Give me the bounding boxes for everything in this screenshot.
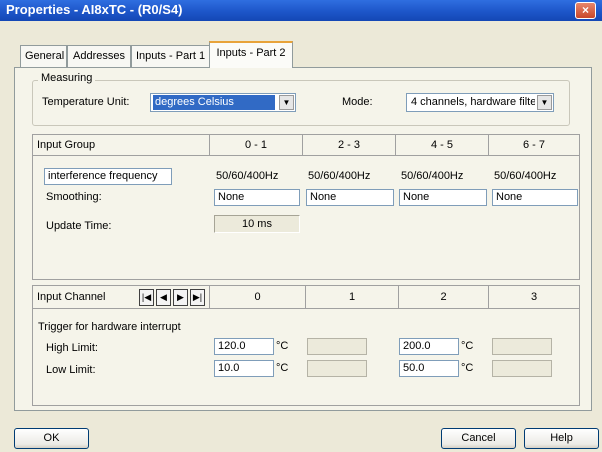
smoothing-label: Smoothing: [46,191,102,203]
low-limit-field-ch2[interactable]: 50.0 [399,360,459,377]
channel-column-header: 0 [210,286,306,309]
channel-column-header: 3 [489,286,579,309]
window-title: Properties - AI8xTC - (R0/S4) [6,2,183,17]
interference-value[interactable]: 50/60/400Hz [492,168,578,185]
tab-inputs-part-1[interactable]: Inputs - Part 1 [131,45,210,67]
smoothing-field[interactable]: None [306,189,394,206]
celsius-unit: °C [276,340,289,352]
low-limit-field-ch1 [307,360,367,377]
dropdown-arrow-icon[interactable]: ▼ [537,95,552,110]
first-channel-button[interactable]: |◀ [139,289,154,306]
mode-label: Mode: [342,96,373,108]
high-limit-field-ch3 [492,338,552,355]
mode-select[interactable]: 4 channels, hardware filte ▼ [406,93,554,112]
tab-inputs-part-2[interactable]: Inputs - Part 2 [209,41,293,68]
input-channel-label: Input Channel [37,291,106,303]
tab-general[interactable]: General [20,45,67,67]
temperature-unit-value: degrees Celsius [153,95,275,110]
celsius-unit: °C [276,362,289,374]
interference-value[interactable]: 50/60/400Hz [306,168,394,185]
next-channel-button[interactable]: ▶ [173,289,188,306]
close-button[interactable]: × [575,2,596,19]
smoothing-field[interactable]: None [214,189,300,206]
high-limit-field-ch0[interactable]: 120.0 [214,338,274,355]
low-limit-field-ch3 [492,360,552,377]
title-bar[interactable]: Properties - AI8xTC - (R0/S4) × [0,0,602,21]
update-time-label: Update Time: [46,220,112,232]
temperature-unit-label: Temperature Unit: [42,96,130,108]
smoothing-field[interactable]: None [492,189,578,206]
low-limit-field-ch0[interactable]: 10.0 [214,360,274,377]
high-limit-field-ch1 [307,338,367,355]
prev-channel-button[interactable]: ◀ [156,289,171,306]
group-column-header: 0 - 1 [210,135,303,156]
input-group-header: Input Group [33,135,210,156]
interference-value[interactable]: 50/60/400Hz [214,168,302,185]
interference-frequency-label: interference frequency [44,168,172,185]
measuring-group-label: Measuring [38,72,96,84]
smoothing-field[interactable]: None [399,189,487,206]
last-channel-button[interactable]: ▶| [190,289,205,306]
cancel-button[interactable]: Cancel [441,428,516,449]
trigger-hardware-interrupt-label: Trigger for hardware interrupt [38,321,181,333]
celsius-unit: °C [461,362,474,374]
dropdown-arrow-icon[interactable]: ▼ [279,95,294,110]
high-limit-field-ch2[interactable]: 200.0 [399,338,459,355]
channel-column-header: 2 [399,286,489,309]
group-column-header: 6 - 7 [489,135,579,156]
group-column-header: 4 - 5 [396,135,489,156]
temperature-unit-select[interactable]: degrees Celsius ▼ [150,93,296,112]
mode-value: 4 channels, hardware filte [411,96,535,108]
interference-value[interactable]: 50/60/400Hz [399,168,487,185]
help-button[interactable]: Help [524,428,599,449]
high-limit-label: High Limit: [46,342,98,354]
tab-addresses[interactable]: Addresses [67,45,131,67]
low-limit-label: Low Limit: [46,364,96,376]
update-time-value: 10 ms [214,215,300,233]
group-column-header: 2 - 3 [303,135,396,156]
celsius-unit: °C [461,340,474,352]
channel-column-header: 1 [306,286,399,309]
ok-button[interactable]: OK [14,428,89,449]
